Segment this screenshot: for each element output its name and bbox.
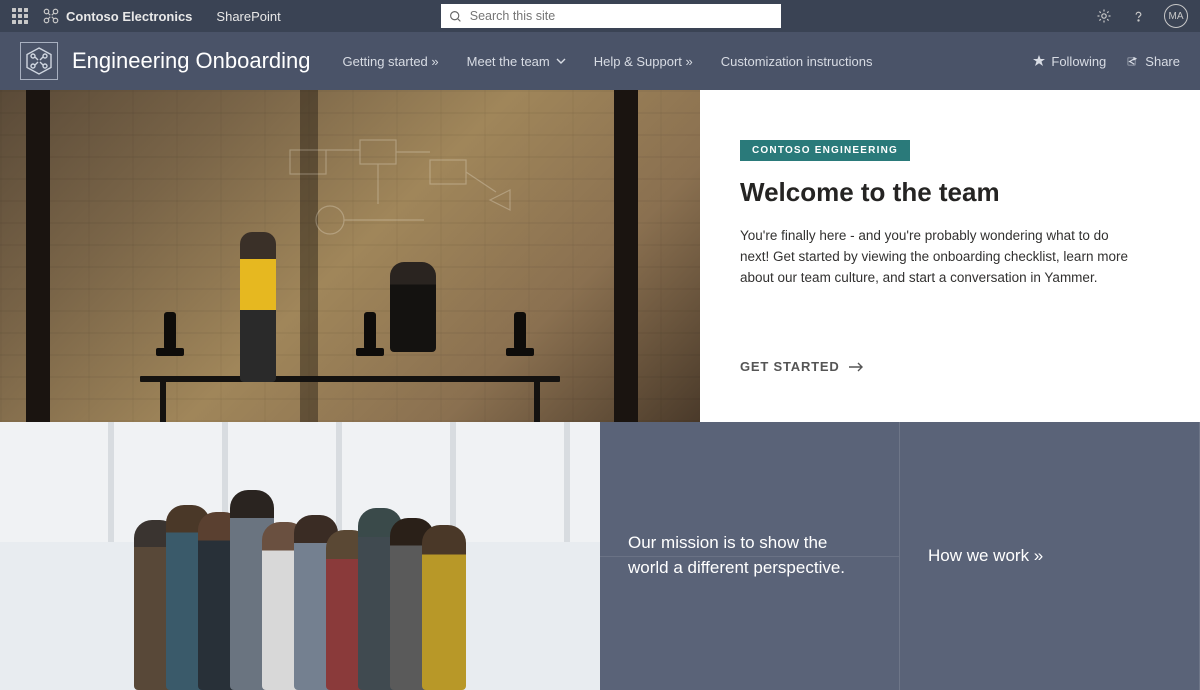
user-avatar[interactable]: MA [1164,4,1188,28]
how-we-work-tile[interactable]: How we work » [900,422,1200,690]
nav-getting-started[interactable]: Getting started » [343,54,439,69]
settings-icon[interactable] [1096,8,1112,24]
help-icon[interactable] [1130,8,1146,24]
how-we-work-text: How we work » [928,544,1043,569]
share-button[interactable]: Share [1126,54,1180,69]
nav-meet-the-team[interactable]: Meet the team [467,54,566,69]
hero-title: Welcome to the team [740,177,1160,208]
avatar-initials: MA [1169,11,1184,22]
star-icon [1033,55,1045,67]
chevron-down-icon [556,56,566,66]
team-photo-tile[interactable] [0,422,600,690]
brand-logo[interactable]: Contoso Electronics [42,7,192,25]
app-launcher-icon[interactable] [12,8,28,24]
mission-tile[interactable]: Our mission is to show the world a diffe… [600,422,900,690]
search-icon [449,10,462,23]
nav-help-support[interactable]: Help & Support » [594,54,693,69]
site-header: Engineering Onboarding Getting started »… [0,32,1200,90]
get-started-button[interactable]: GET STARTED [740,359,1160,394]
search-box[interactable] [441,4,781,28]
hero-content: CONTOSO ENGINEERING Welcome to the team … [700,90,1200,422]
tiles-section: Our mission is to show the world a diffe… [0,422,1200,690]
suite-bar: Contoso Electronics SharePoint MA [0,0,1200,32]
search-input[interactable] [470,9,773,23]
site-nav: Getting started » Meet the team Help & S… [343,54,873,69]
hero-section: CONTOSO ENGINEERING Welcome to the team … [0,90,1200,422]
brand-name: Contoso Electronics [66,9,192,24]
share-icon [1126,55,1139,68]
following-button[interactable]: Following [1033,54,1106,69]
arrow-right-icon [848,362,864,372]
hero-tag: CONTOSO ENGINEERING [740,140,910,161]
mission-text: Our mission is to show the world a diffe… [628,531,871,580]
site-title[interactable]: Engineering Onboarding [72,48,311,74]
site-logo[interactable] [20,42,58,80]
hero-image [0,90,700,422]
nav-customization[interactable]: Customization instructions [721,54,873,69]
site-logo-hex-icon [23,45,55,77]
drone-icon [42,7,60,25]
hero-body: You're finally here - and you're probabl… [740,226,1140,289]
app-name[interactable]: SharePoint [216,9,280,24]
